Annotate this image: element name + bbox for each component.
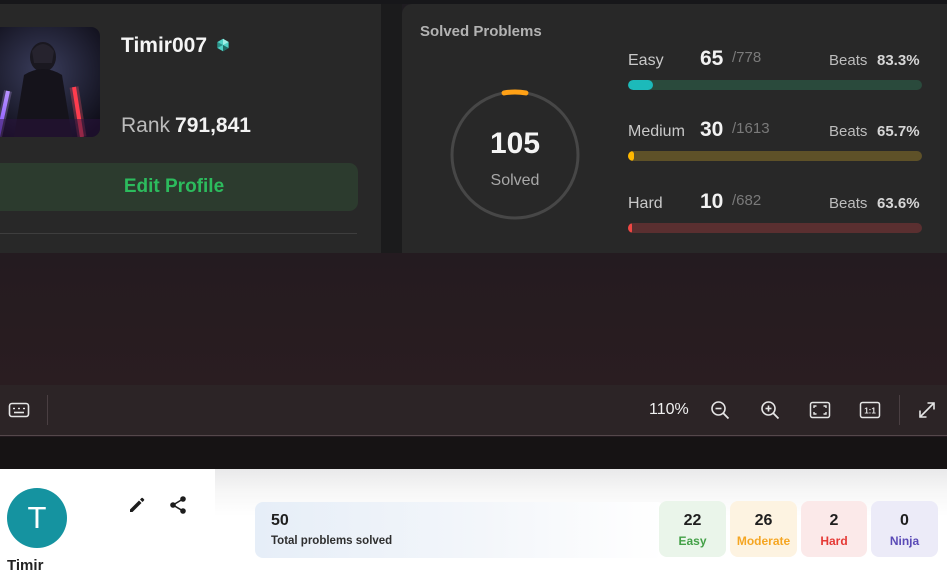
beats-label: Beats xyxy=(829,52,868,69)
beats-percentage: 63.6% xyxy=(877,195,920,212)
difficulty-solved-count: 65 xyxy=(700,47,724,70)
profile-sidebar: T Timir xyxy=(0,469,215,574)
username: Timir007 xyxy=(121,34,207,57)
avatar-image xyxy=(0,27,100,137)
beats-label: Beats xyxy=(829,195,868,212)
difficulty-progress-bar xyxy=(628,223,922,233)
difficulty-solved-count: 10 xyxy=(700,190,724,213)
keyboard-icon[interactable] xyxy=(8,399,30,421)
stat-count: 22 xyxy=(683,512,702,529)
rank-row: Rank 791,841 xyxy=(121,114,251,138)
total-problems-label: Total problems solved xyxy=(271,535,393,547)
difficulty-total-count: /778 xyxy=(732,49,762,66)
zoom-in-icon[interactable] xyxy=(759,399,781,421)
solved-total-count: 105 xyxy=(489,127,541,160)
column-gap xyxy=(381,4,402,253)
pencil-icon[interactable] xyxy=(127,495,147,515)
difficulty-row-medium: Medium 30 /1613 Beats 65.7% xyxy=(628,118,922,163)
svg-text:1:1: 1:1 xyxy=(864,407,876,416)
total-problems-card: 50 Total problems solved xyxy=(255,502,665,558)
stat-box-ninja[interactable]: 0 Ninja xyxy=(871,501,938,557)
difficulty-total-count: /1613 xyxy=(732,120,770,137)
profile-card: Timir007 Rank 791,841 Edit Profile xyxy=(0,4,381,253)
beats-label: Beats xyxy=(829,123,868,140)
solved-problems-card: Solved Problems 105 Solved Easy 65 /778 … xyxy=(402,4,947,253)
stat-count: 0 xyxy=(900,512,909,529)
badge-icon[interactable] xyxy=(216,38,230,52)
stat-label: Easy xyxy=(678,534,707,548)
difficulty-name: Hard xyxy=(628,195,663,212)
beats-percentage: 83.3% xyxy=(877,52,920,69)
difficulty-name: Easy xyxy=(628,52,664,69)
progress-bar-fill xyxy=(628,151,634,161)
stat-label: Moderate xyxy=(736,534,791,548)
second-profile-page: T Timir 50 Total problems solved 22 Easy… xyxy=(0,469,947,574)
stat-label: Hard xyxy=(820,534,848,548)
difficulty-solved-count: 30 xyxy=(700,118,724,141)
edit-profile-button[interactable]: Edit Profile xyxy=(0,163,358,211)
share-icon[interactable] xyxy=(168,495,188,515)
toolbar-separator xyxy=(47,395,48,425)
difficulty-total-count: /682 xyxy=(732,192,762,209)
total-problems-count: 50 xyxy=(271,512,289,529)
difficulty-row-easy: Easy 65 /778 Beats 83.3% xyxy=(628,47,922,92)
solved-problems-title: Solved Problems xyxy=(420,23,542,40)
stat-box-easy[interactable]: 22 Easy xyxy=(659,501,726,557)
stat-box-hard[interactable]: 2 Hard xyxy=(801,501,867,557)
rank-label: Rank xyxy=(121,114,171,137)
image-viewer-toolbar: 110% 1:1 xyxy=(0,385,947,436)
difficulty-row-hard: Hard 10 /682 Beats 63.6% xyxy=(628,190,922,235)
solved-total-label: Solved xyxy=(490,172,540,189)
ring-progress-arc xyxy=(501,89,529,96)
profile-name: Timir xyxy=(7,557,44,574)
viewer-bottom-band xyxy=(0,437,947,469)
user-avatar[interactable] xyxy=(0,27,100,137)
stat-count: 2 xyxy=(829,512,839,529)
toolbar-separator xyxy=(899,395,900,425)
beats-percentage: 65.7% xyxy=(877,123,920,140)
progress-bar-fill xyxy=(628,223,633,233)
stat-count: 26 xyxy=(754,512,773,529)
difficulty-name: Medium xyxy=(628,123,685,140)
stat-box-moderate[interactable]: 26 Moderate xyxy=(730,501,797,557)
expand-icon[interactable] xyxy=(916,399,938,421)
avatar[interactable]: T xyxy=(7,488,67,548)
difficulty-progress-bar xyxy=(628,151,922,161)
rank-value: 791,841 xyxy=(175,114,251,137)
actual-size-icon[interactable]: 1:1 xyxy=(859,399,881,421)
difficulty-progress-bar xyxy=(628,80,922,90)
fit-screen-icon[interactable] xyxy=(809,399,831,421)
section-divider xyxy=(0,233,357,234)
zoom-out-icon[interactable] xyxy=(709,399,731,421)
progress-bar-fill xyxy=(628,80,653,90)
stat-label: Ninja xyxy=(889,534,920,548)
zoom-level: 110% xyxy=(649,401,689,418)
